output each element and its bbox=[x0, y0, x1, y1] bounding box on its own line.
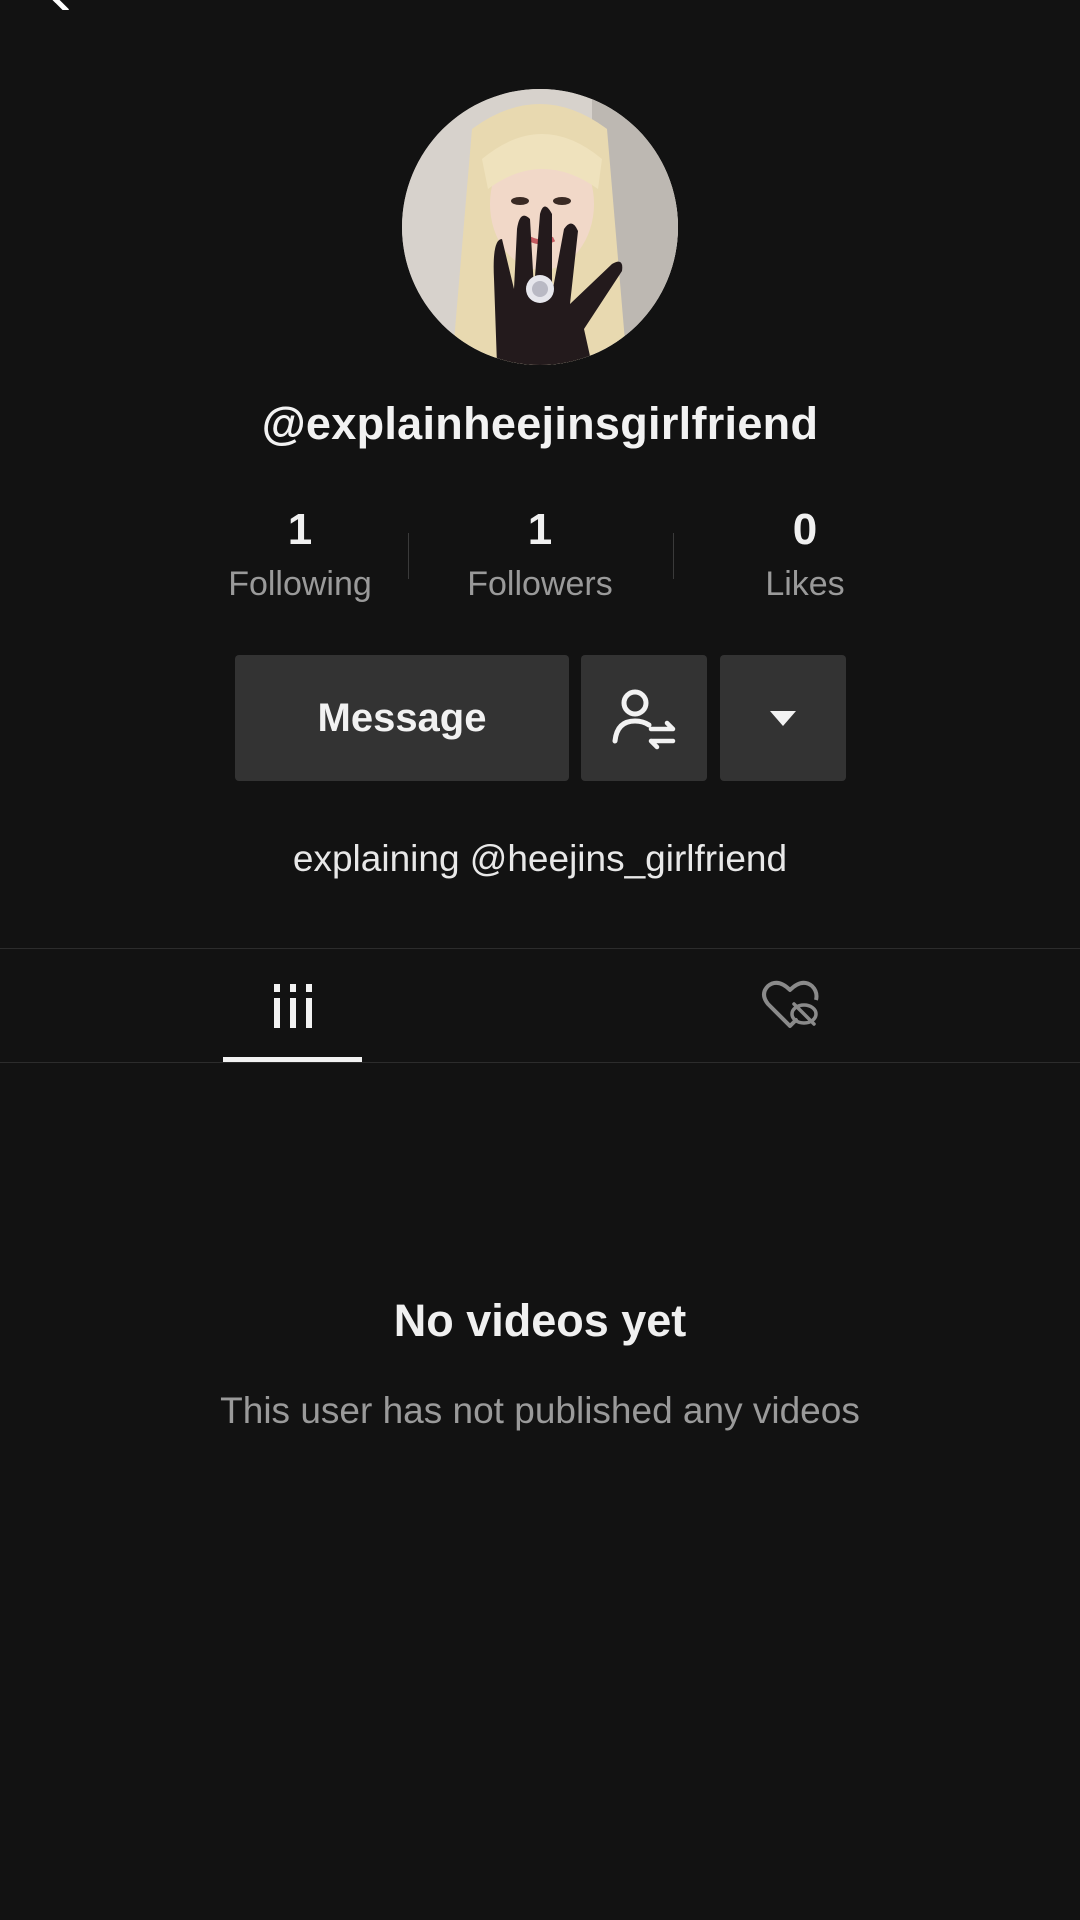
grid-lines-icon bbox=[273, 983, 312, 1028]
username: @explainheejinsgirlfriend bbox=[261, 398, 819, 449]
stat-label: Following bbox=[228, 565, 372, 603]
empty-state-subtitle: This user has not published any videos bbox=[220, 1390, 860, 1431]
stat-followers[interactable]: 1 Followers bbox=[415, 500, 665, 606]
bio-text: explaining @heejins_girlfriend bbox=[292, 838, 788, 879]
user-switch-icon bbox=[612, 689, 676, 750]
stat-likes[interactable]: 0 Likes bbox=[680, 500, 930, 606]
caret-down-icon bbox=[770, 710, 796, 726]
tab-videos[interactable] bbox=[223, 949, 362, 1062]
heart-hidden-icon bbox=[761, 980, 818, 1028]
top-bar bbox=[0, 0, 1080, 10]
avatar[interactable] bbox=[402, 89, 678, 365]
more-options-button[interactable] bbox=[720, 655, 846, 781]
chevron-left-icon[interactable] bbox=[52, 0, 79, 10]
stat-value: 1 bbox=[287, 505, 313, 554]
stat-value: 1 bbox=[527, 505, 553, 554]
stat-label: Followers bbox=[467, 565, 613, 603]
avatar-image bbox=[402, 89, 678, 365]
divider bbox=[0, 948, 1080, 949]
follow-status-button[interactable] bbox=[581, 655, 707, 781]
stat-following[interactable]: 1 Following bbox=[175, 500, 425, 606]
profile-stats: 1 Following 1 Followers 0 Likes bbox=[150, 500, 930, 610]
tab-liked[interactable] bbox=[720, 949, 859, 1062]
stat-value: 0 bbox=[792, 505, 818, 554]
divider bbox=[0, 1062, 1080, 1063]
divider bbox=[408, 533, 409, 579]
divider bbox=[673, 533, 674, 579]
empty-state-title: No videos yet bbox=[393, 1295, 687, 1346]
message-button[interactable]: Message bbox=[235, 655, 569, 781]
stat-label: Likes bbox=[765, 565, 845, 603]
